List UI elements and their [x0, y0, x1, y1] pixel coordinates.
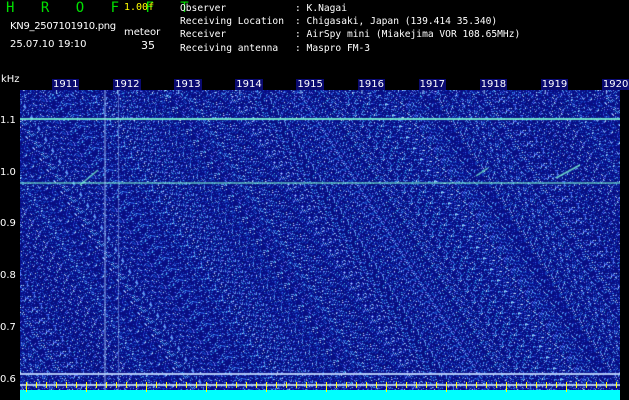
spectrogram-canvas: [20, 90, 620, 390]
minute-tick: [36, 382, 37, 388]
minute-tick: [326, 382, 327, 392]
minute-tick: [306, 382, 307, 388]
time-tick-label: 1917: [418, 79, 447, 90]
detection-count: 35: [141, 39, 155, 52]
minute-tick: [336, 382, 337, 388]
minute-tick: [176, 382, 177, 388]
frequency-tick-label: 1.1: [0, 115, 16, 127]
info-label: Receiving Location: [180, 16, 284, 28]
frequency-tick-label: 0.9: [0, 218, 16, 230]
minute-tick: [126, 382, 127, 388]
minute-tick: [386, 382, 387, 392]
minute-tick: [226, 382, 227, 388]
minute-tick: [536, 382, 537, 388]
minute-tick: [616, 382, 617, 388]
minute-tick: [596, 382, 597, 388]
datetime-label: 25.07.10 19:10: [10, 39, 87, 50]
minute-tick: [366, 382, 367, 388]
minute-tick: [216, 382, 217, 388]
minute-tick: [236, 382, 237, 388]
time-tick-label: 1912: [113, 79, 141, 90]
info-row-receiver: Receiver : AirSpy mini (Miakejima VOR 108…: [180, 28, 520, 41]
minute-tick: [376, 382, 377, 388]
minute-tick: [446, 382, 447, 392]
minute-tick: [566, 382, 567, 392]
version-label: 1.00f: [124, 2, 155, 13]
minute-tick: [526, 382, 527, 388]
minute-tick: [116, 382, 117, 388]
info-value: : Chigasaki, Japan (139.414 35.340): [295, 16, 498, 28]
minute-tick: [436, 382, 437, 388]
info-row-antenna: Receiving antenna : Maspro FM-3: [180, 42, 520, 55]
minute-tick: [426, 382, 427, 388]
minute-tick: [416, 382, 417, 388]
time-tick-label: 1914: [235, 79, 263, 90]
minute-tick: [506, 382, 507, 392]
frequency-tick-label: 0.8: [0, 270, 16, 282]
info-row-observer: Observer : K.Nagai: [180, 2, 520, 15]
info-value: : Maspro FM-3: [295, 42, 371, 54]
minute-tick: [356, 382, 357, 388]
minute-tick: [56, 382, 57, 388]
info-value: : AirSpy mini (Miakejima VOR 108.65MHz): [295, 29, 521, 41]
minute-tick: [206, 382, 207, 392]
time-tick-label: 1913: [174, 79, 202, 90]
filename-label: KN9_2507101910.png: [10, 21, 116, 32]
minute-tick: [496, 382, 497, 388]
station-info: Observer : K.Nagai Receiving Location : Ch…: [180, 2, 520, 55]
minute-tick: [136, 382, 137, 388]
minute-tick: [96, 382, 97, 388]
minute-tick: [276, 382, 277, 388]
app-title: H R O F F T: [6, 0, 198, 16]
minute-tick: [26, 382, 27, 392]
time-tick-label: 1915: [296, 79, 324, 90]
frequency-tick-label: 0.6: [0, 373, 16, 385]
minute-tick: [296, 382, 297, 388]
info-label: Receiver: [180, 29, 227, 41]
minute-tick: [66, 382, 67, 388]
minute-tick: [256, 382, 257, 388]
minute-tick: [476, 382, 477, 388]
minute-tick: [46, 382, 47, 388]
minute-tick: [246, 382, 247, 388]
minute-tick: [196, 382, 197, 388]
time-tick-label: 1919: [540, 79, 569, 90]
minute-tick: [86, 382, 87, 392]
time-tick-label: 1911: [52, 79, 80, 90]
noise-floor-band: [20, 382, 620, 400]
minute-tick: [166, 382, 167, 388]
minute-tick: [146, 382, 147, 392]
minute-tick: [106, 382, 107, 388]
spectrogram-plot: [20, 90, 620, 390]
time-tick-label: 1920: [601, 79, 629, 90]
minute-tick: [406, 382, 407, 388]
minute-tick: [396, 382, 397, 388]
time-tick-label: 1918: [479, 79, 508, 90]
minute-tick: [516, 382, 517, 388]
info-label: Observer: [180, 3, 227, 14]
minute-tick: [556, 382, 557, 388]
minute-tick: [286, 382, 287, 388]
info-label: Receiving antenna: [180, 42, 279, 54]
minute-tick: [76, 382, 77, 388]
info-row-location: Receiving Location : Chigasaki, Japan (13…: [180, 15, 520, 28]
time-axis: 1911 1912 1913 1914 1915 1916 1917 1918 1919 1920: [0, 79, 629, 93]
minute-tick: [606, 382, 607, 388]
minute-tick: [576, 382, 577, 388]
minute-tick: [546, 382, 547, 388]
minute-tick: [186, 382, 187, 388]
minute-tick: [486, 382, 487, 388]
info-value: : K.Nagai: [295, 3, 347, 14]
frequency-tick-label: 1.0: [0, 166, 16, 178]
minute-tick: [346, 382, 347, 388]
mode-label: meteor: [124, 27, 161, 38]
minute-tick: [156, 382, 157, 388]
time-tick-label: 1916: [357, 79, 385, 90]
minute-tick: [586, 382, 587, 388]
minute-tick: [466, 382, 467, 388]
minute-tick: [316, 382, 317, 388]
minute-tick: [266, 382, 267, 392]
minute-tick: [456, 382, 457, 388]
frequency-tick-label: 0.7: [0, 321, 16, 333]
